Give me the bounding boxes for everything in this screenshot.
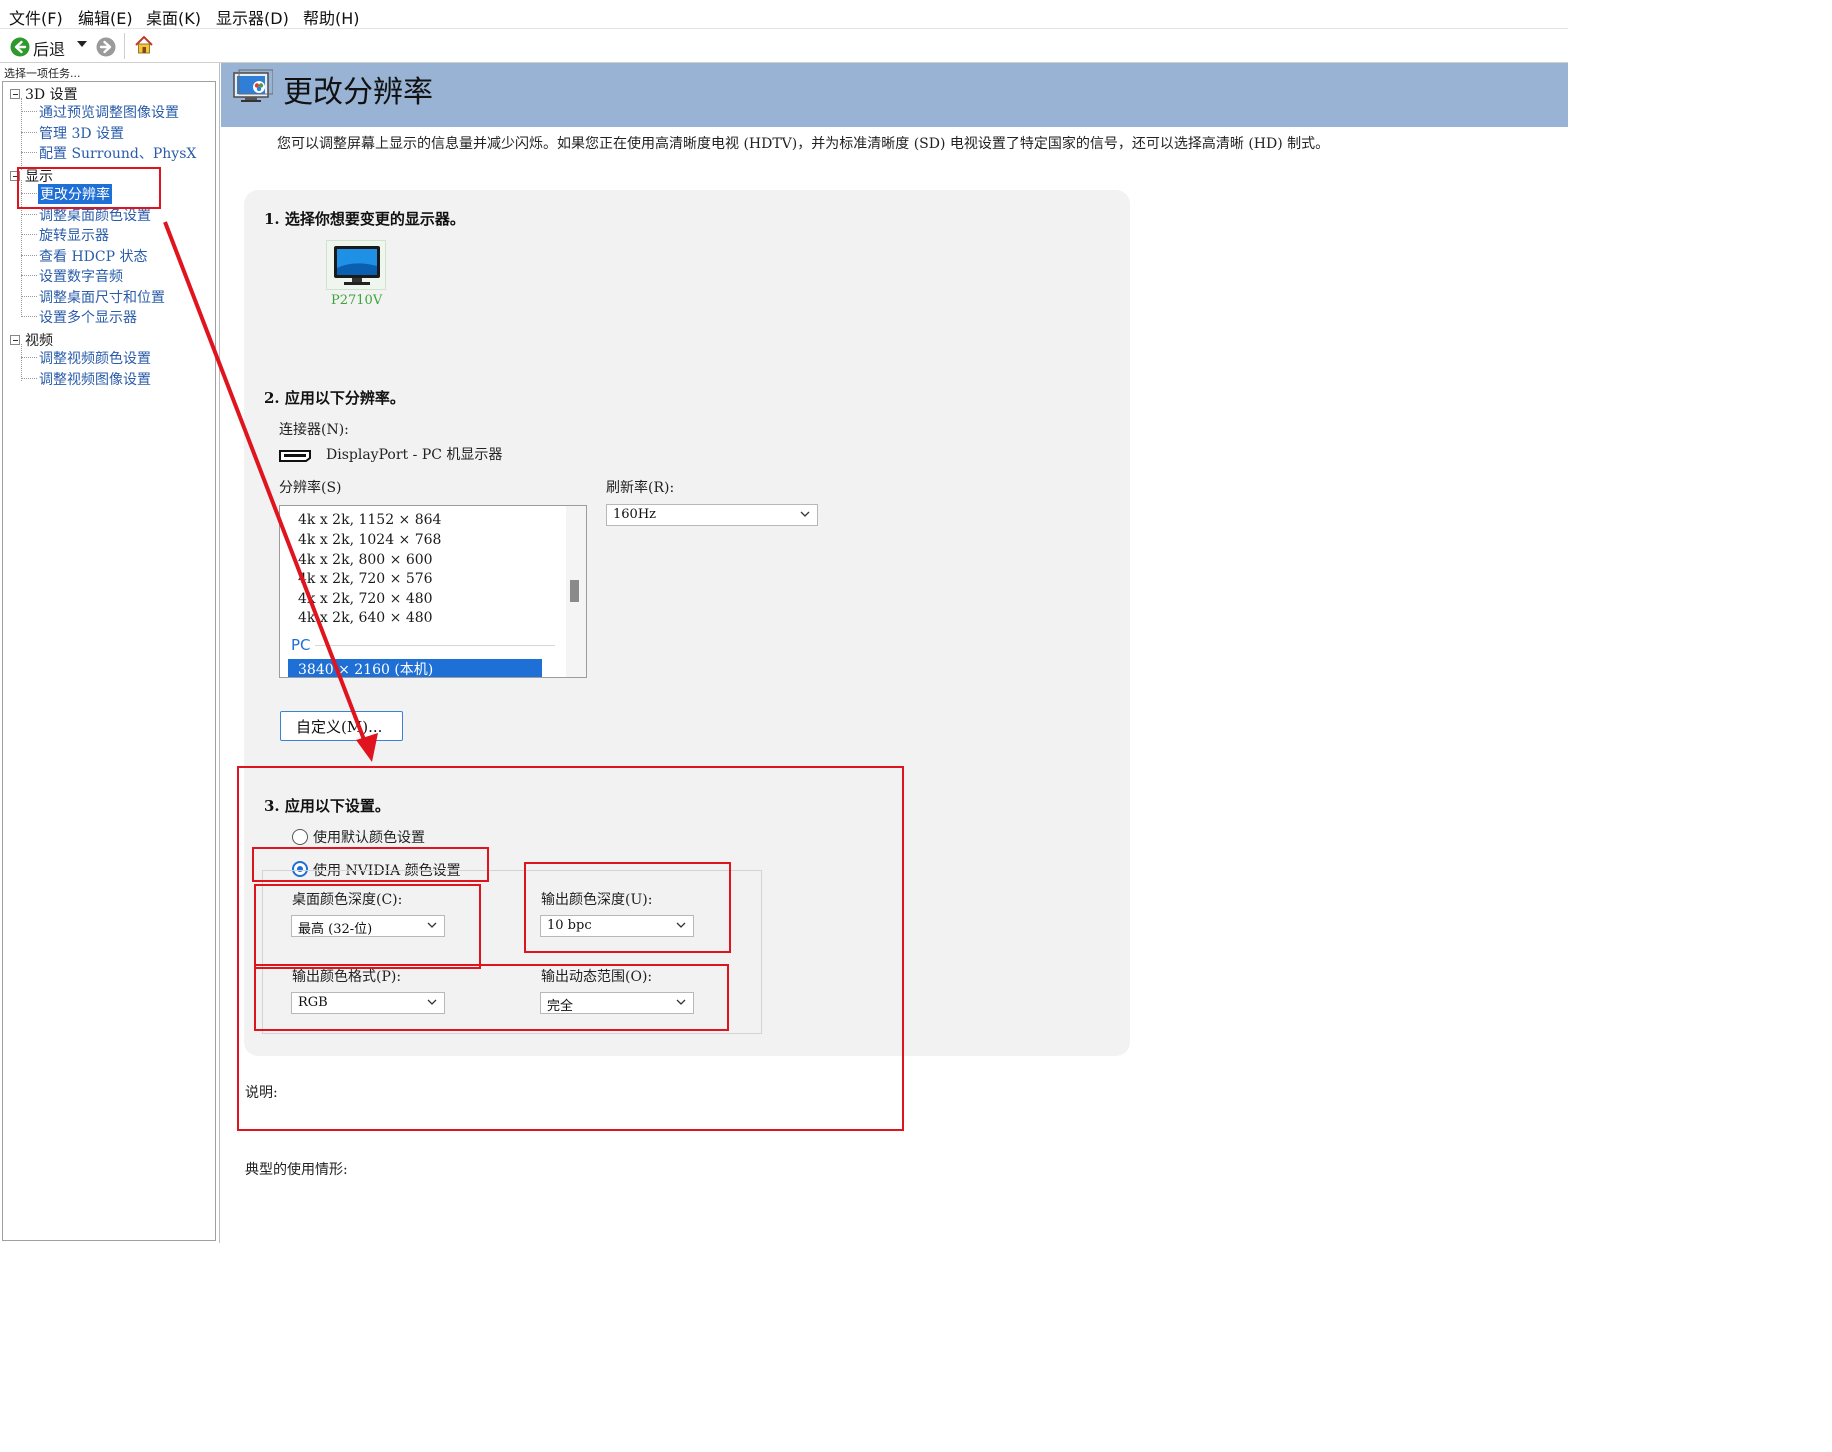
- monitor-icon: [332, 244, 382, 288]
- tree-line: [21, 152, 37, 153]
- resolution-label: 分辨率(S): [279, 480, 342, 496]
- collapse-icon[interactable]: [10, 335, 20, 345]
- tree-category-3d[interactable]: 3D 设置: [25, 84, 78, 104]
- menu-display[interactable]: 显示器(D): [216, 5, 289, 29]
- typical-usage-label: 典型的使用情形:: [245, 1162, 348, 1178]
- forward-arrow-icon[interactable]: [96, 37, 116, 57]
- customize-button[interactable]: 自定义(M)...: [280, 711, 403, 741]
- toolbar: 后退: [0, 29, 1568, 63]
- back-label: 后退: [33, 40, 66, 59]
- annotation-box-output-depth: [524, 862, 731, 953]
- menu-bar: 文件(F) 编辑(E) 桌面(K) 显示器(D) 帮助(H): [0, 0, 1568, 29]
- dropdown-caret-icon[interactable]: [77, 41, 87, 47]
- back-button[interactable]: 后退: [8, 36, 88, 59]
- menu-help[interactable]: 帮助(H): [303, 5, 360, 29]
- tree-item-digital-audio[interactable]: 设置数字音频: [39, 266, 123, 286]
- task-tree: 3D 设置 通过预览调整图像设置 管理 3D 设置 配置 Surround、Ph…: [2, 81, 216, 1241]
- tree-line: [21, 296, 37, 297]
- annotation-box-radio: [252, 847, 489, 882]
- page-title: 更改分辨率: [283, 75, 433, 110]
- tree-item-surround-physx[interactable]: 配置 Surround、PhysX: [39, 143, 196, 163]
- tree-line: [21, 111, 37, 112]
- group-divider: [315, 645, 555, 646]
- tree-line: [21, 214, 37, 215]
- chevron-down-icon: [799, 508, 811, 520]
- tree-item-preview-adjust[interactable]: 通过预览调整图像设置: [39, 102, 179, 122]
- resolution-option[interactable]: 4k x 2k, 1024 × 768: [298, 532, 441, 548]
- monitor-name[interactable]: P2710V: [331, 293, 382, 308]
- page-description: 您可以调整屏幕上显示的信息量并减少闪烁。如果您正在使用高清晰度电视 (HDTV)…: [277, 136, 1330, 152]
- resolution-option[interactable]: 4k x 2k, 720 × 576: [298, 571, 433, 587]
- refresh-rate-value: 160Hz: [613, 507, 656, 522]
- resolution-list[interactable]: 4k x 2k, 1152 × 864 4k x 2k, 1024 × 768 …: [279, 505, 587, 678]
- resolution-option[interactable]: 4k x 2k, 720 × 480: [298, 591, 433, 607]
- displayport-icon: [279, 447, 311, 462]
- collapse-icon[interactable]: [10, 89, 20, 99]
- tree-item-manage-3d[interactable]: 管理 3D 设置: [39, 123, 124, 143]
- tree-item-video-color[interactable]: 调整视频颜色设置: [39, 348, 151, 368]
- resolution-option[interactable]: 4k x 2k, 1152 × 864: [298, 512, 441, 528]
- tree-item-hdcp-status[interactable]: 查看 HDCP 状态: [39, 246, 147, 266]
- tree-line: [21, 255, 37, 256]
- step2-title: 2. 应用以下分辨率。: [264, 389, 405, 407]
- tree-line: [21, 132, 37, 133]
- resolution-group-label: PC: [291, 636, 311, 654]
- menu-desktop[interactable]: 桌面(K): [146, 5, 201, 29]
- menu-file[interactable]: 文件(F): [9, 5, 63, 29]
- back-arrow-icon: [10, 37, 30, 57]
- task-panel: 选择一项任务... 3D 设置 通过预览调整图像设置 管理 3D 设置 配置 S…: [0, 63, 220, 1243]
- tree-line: [21, 98, 22, 170]
- tree-category-video[interactable]: 视频: [25, 330, 53, 350]
- tree-item-video-image[interactable]: 调整视频图像设置: [39, 369, 151, 389]
- tree-line: [21, 357, 37, 358]
- annotation-box-format-range: [254, 964, 729, 1031]
- display-settings-icon: [233, 69, 274, 105]
- connector-value: DisplayPort - PC 机显示器: [326, 447, 503, 463]
- task-caption: 选择一项任务...: [4, 67, 81, 80]
- resolution-option-selected[interactable]: 3840 × 2160 (本机): [288, 659, 542, 677]
- tree-line: [21, 344, 22, 381]
- tree-line: [21, 316, 37, 317]
- home-icon[interactable]: [133, 34, 155, 56]
- resolution-option[interactable]: 4k x 2k, 800 × 600: [298, 552, 433, 568]
- step1-title: 1. 选择你想要变更的显示器。: [264, 210, 465, 228]
- toolbar-separator: [124, 33, 125, 59]
- annotation-box-desktop-depth: [254, 884, 481, 969]
- tree-line: [21, 275, 37, 276]
- tree-item-desktop-size[interactable]: 调整桌面尺寸和位置: [39, 287, 165, 307]
- monitor-tile[interactable]: [326, 240, 386, 290]
- page-header: 更改分辨率: [221, 63, 1568, 127]
- scrollbar-thumb[interactable]: [570, 580, 579, 602]
- connector-label: 连接器(N):: [279, 422, 349, 438]
- tree-item-multiple-displays[interactable]: 设置多个显示器: [39, 307, 137, 327]
- annotation-box-sidebar: [17, 167, 161, 209]
- tree-line: [21, 234, 37, 235]
- resolution-option[interactable]: 4k x 2k, 640 × 480: [298, 610, 433, 626]
- menu-edit[interactable]: 编辑(E): [78, 5, 133, 29]
- refresh-rate-dropdown[interactable]: 160Hz: [606, 504, 818, 526]
- tree-line: [21, 378, 37, 379]
- refresh-rate-label: 刷新率(R):: [606, 480, 675, 496]
- tree-item-rotate-display[interactable]: 旋转显示器: [39, 225, 109, 245]
